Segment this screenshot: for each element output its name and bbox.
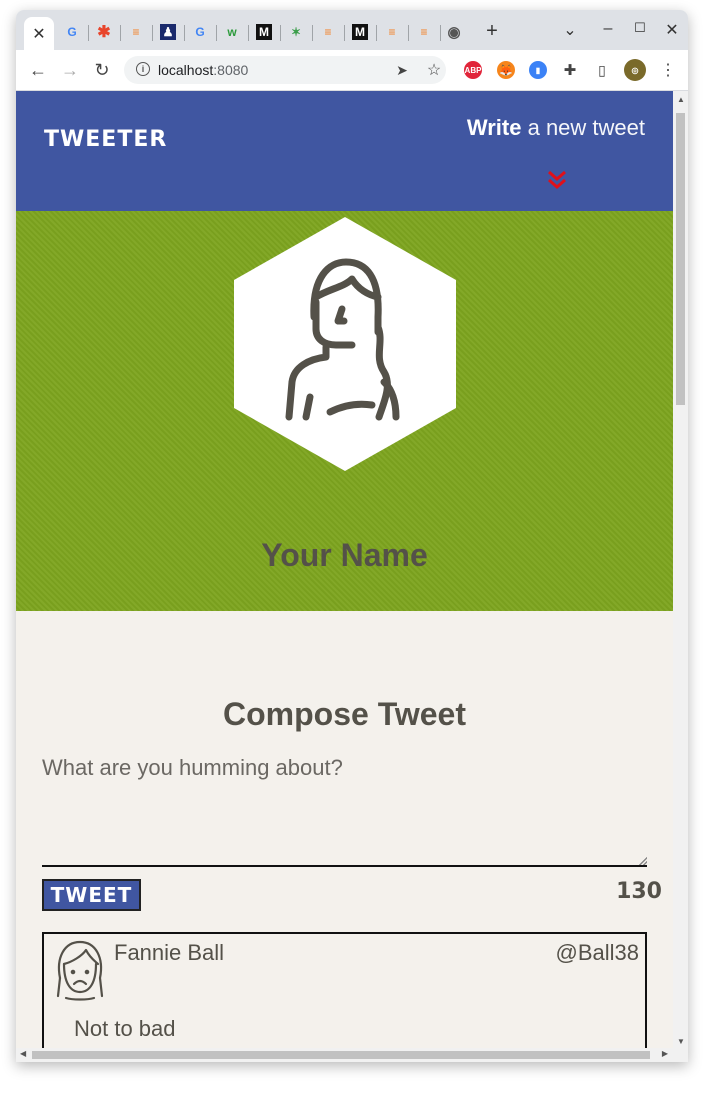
char-counter: 130: [616, 879, 662, 904]
chevron-down-icon[interactable]: [546, 169, 568, 191]
m-favicon-icon[interactable]: M: [256, 24, 272, 40]
profile-name: Your Name: [261, 537, 428, 573]
figure-favicon-icon[interactable]: ♟: [160, 24, 176, 40]
back-icon[interactable]: ←: [28, 60, 48, 80]
stackoverflow-favicon-4-icon[interactable]: ≡: [416, 24, 432, 40]
chrome-favicon-icon[interactable]: ◉: [446, 24, 462, 41]
new-tab-button[interactable]: +: [482, 20, 502, 43]
vertical-scrollbar[interactable]: ▲ ▼: [673, 91, 688, 1048]
bookmark-star-icon[interactable]: ☆: [424, 60, 444, 80]
star-favicon-icon[interactable]: ✶: [288, 24, 304, 40]
stackoverflow-favicon-icon[interactable]: ≡: [128, 24, 144, 40]
extension-doc-icon[interactable]: ▮: [529, 61, 547, 79]
scroll-down-icon[interactable]: ▼: [677, 1037, 685, 1046]
tweet-author-name: Fannie Ball: [114, 940, 225, 965]
tab-list-icon[interactable]: ⌄: [560, 20, 580, 40]
menu-dots-icon[interactable]: ⋮: [658, 60, 678, 80]
m-favicon-2-icon[interactable]: M: [352, 24, 368, 40]
tweet-textarea-placeholder: What are you humming about?: [42, 755, 343, 780]
user-avatar-icon: [52, 938, 108, 1004]
tweet-article: Fannie Ball @Ball38 Not to bad: [42, 932, 647, 1062]
site-nav: TWEETER Write a new tweet: [16, 91, 673, 211]
metamask-icon[interactable]: 🦊: [497, 61, 515, 79]
write-new-tweet-link[interactable]: Write a new tweet: [467, 115, 645, 141]
asterisk-favicon-icon[interactable]: ✱: [96, 24, 112, 41]
tweet-button[interactable]: TWEET: [42, 879, 141, 911]
tweet-author-handle: @Ball38: [555, 940, 640, 965]
adblock-icon[interactable]: ABP: [464, 61, 482, 79]
brand-logo[interactable]: TWEETER: [44, 127, 167, 152]
vertical-scroll-thumb[interactable]: [676, 113, 685, 405]
browser-toolbar: ← → ↻ i localhost:8080 ➤ ☆ ABP 🦊 ▮ ✚ ▯ ◎…: [16, 50, 688, 91]
close-window-button[interactable]: ✕: [662, 20, 682, 40]
stackoverflow-favicon-3-icon[interactable]: ≡: [384, 24, 400, 40]
profile-header: Your Name: [16, 211, 673, 611]
google-favicon-icon[interactable]: G: [64, 24, 80, 40]
tweet-content: Not to bad: [74, 1016, 176, 1041]
tweet-textarea[interactable]: What are you humming about?: [42, 755, 647, 867]
profile-avatar[interactable]: ◎: [624, 59, 646, 81]
reload-icon[interactable]: ↻: [92, 60, 112, 80]
google-favicon-2-icon[interactable]: G: [192, 24, 208, 40]
scroll-left-icon[interactable]: ◀: [20, 1049, 26, 1058]
scroll-up-icon[interactable]: ▲: [677, 95, 685, 104]
forward-icon[interactable]: →: [60, 60, 80, 80]
resize-handle-icon[interactable]: [639, 857, 647, 865]
minimize-button[interactable]: –: [598, 20, 618, 38]
site-info-icon[interactable]: i: [136, 62, 150, 76]
maximize-button[interactable]: ☐: [630, 20, 650, 36]
w-favicon-icon[interactable]: w: [224, 24, 240, 40]
horizontal-scroll-thumb[interactable]: [32, 1051, 650, 1059]
horizontal-scrollbar[interactable]: ◀ ▶: [16, 1048, 688, 1062]
tab-bar: ✕ G ✱ ≡ ♟ G w M ✶ ≡ M ≡ ≡ ◉ + ⌄ – ☐ ✕: [16, 10, 688, 50]
page-viewport: TWEETER Write a new tweet Your Name Comp…: [16, 91, 688, 1062]
send-tab-icon[interactable]: ➤: [392, 60, 412, 80]
url-text: localhost:8080: [158, 62, 249, 78]
side-panel-icon[interactable]: ▯: [592, 60, 612, 80]
profile-avatar-hexagon: [234, 217, 456, 471]
browser-window: ✕ G ✱ ≡ ♟ G w M ✶ ≡ M ≡ ≡ ◉ + ⌄ – ☐ ✕ ← …: [16, 10, 688, 1062]
stackoverflow-favicon-2-icon[interactable]: ≡: [320, 24, 336, 40]
scroll-right-icon[interactable]: ▶: [662, 1049, 668, 1058]
extensions-puzzle-icon[interactable]: ✚: [560, 60, 580, 80]
close-tab-icon[interactable]: ✕: [32, 24, 45, 44]
compose-title: Compose Tweet: [223, 696, 466, 732]
tab-active[interactable]: ✕: [24, 17, 54, 50]
